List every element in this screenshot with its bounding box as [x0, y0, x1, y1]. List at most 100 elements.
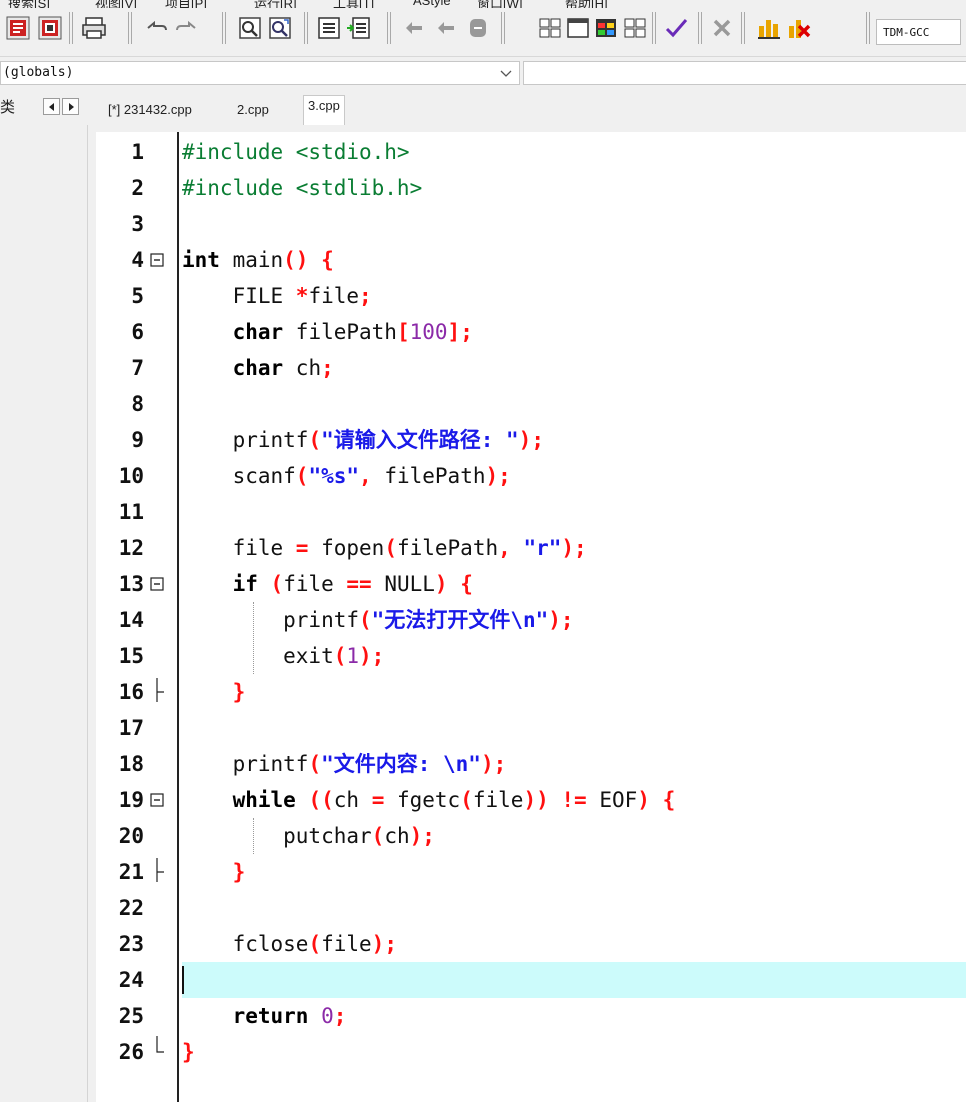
code-token: );: [548, 608, 574, 632]
tab-scroll-left-button[interactable]: [43, 98, 60, 115]
fold-end-marker-icon: [156, 1036, 164, 1053]
menu-window[interactable]: 窗口[W]: [477, 0, 523, 8]
toolbar-separator: [304, 12, 309, 44]
code-line[interactable]: printf("文件内容: \n");: [182, 746, 966, 782]
debug-run-icon[interactable]: [36, 14, 64, 42]
unindent-icon[interactable]: [345, 14, 373, 42]
line-number: 12: [118, 536, 144, 560]
code-line[interactable]: [182, 386, 966, 422]
fold-collapse-icon[interactable]: [149, 242, 165, 278]
code-line[interactable]: [182, 494, 966, 530]
code-line[interactable]: while ((ch = fgetc(file)) != EOF) {: [182, 782, 966, 818]
line-number: 26: [118, 1040, 144, 1064]
replace-icon[interactable]: [266, 14, 294, 42]
menu-search[interactable]: 搜索[S]: [8, 0, 50, 8]
toolbar-separator: [741, 12, 746, 44]
bookmark-goto-icon[interactable]: [432, 14, 460, 42]
code-editor[interactable]: 1 2 3 4 5 6 7 8 9 10 11 12 13 14 15 16 17 18 19 20 21 22 23 24 2…: [96, 132, 966, 1102]
member-combo[interactable]: [523, 61, 966, 85]
code-token: 100: [409, 320, 448, 344]
code-line[interactable]: fclose(file);: [182, 926, 966, 962]
code-line[interactable]: [182, 206, 966, 242]
code-token: putchar: [182, 824, 372, 848]
chart-icon[interactable]: [755, 14, 783, 42]
grid-icon[interactable]: [621, 14, 649, 42]
code-line[interactable]: scanf("%s", filePath);: [182, 458, 966, 494]
menu-astyle[interactable]: AStyle: [413, 0, 451, 8]
code-line[interactable]: [182, 890, 966, 926]
menu-run[interactable]: 运行[R]: [254, 0, 297, 8]
code-token: ,: [498, 536, 511, 560]
code-line[interactable]: printf("请输入文件路径: ");: [182, 422, 966, 458]
line-number: 16: [118, 680, 144, 704]
code-line[interactable]: char ch;: [182, 350, 966, 386]
code-line[interactable]: putchar(ch);: [182, 818, 966, 854]
code-line[interactable]: [182, 710, 966, 746]
code-token: return: [232, 1004, 309, 1028]
code-token: );: [561, 536, 587, 560]
code-token: ch: [283, 356, 322, 380]
compiler-select[interactable]: TDM-GCC: [876, 19, 961, 45]
class-browser-panel[interactable]: [0, 125, 88, 1102]
code-line[interactable]: #include <stdio.h>: [182, 134, 966, 170]
scope-combo[interactable]: (globals): [0, 61, 520, 85]
tab-3-cpp[interactable]: 3.cpp: [303, 95, 345, 125]
code-token: (: [270, 572, 284, 596]
tile-windows-icon[interactable]: [536, 14, 564, 42]
code-line[interactable]: if (file == NULL) {: [182, 566, 966, 602]
code-line[interactable]: }: [182, 854, 966, 890]
code-token: 0: [321, 1004, 334, 1028]
tab-bar: 类 [*] 231432.cpp 2.cpp 3.cpp: [0, 89, 966, 125]
code-line[interactable]: return 0;: [182, 998, 966, 1034]
undo-icon[interactable]: [143, 14, 171, 42]
menu-tools[interactable]: 工具[T]: [333, 0, 374, 8]
code-line[interactable]: int main() {: [182, 242, 966, 278]
chevron-down-icon[interactable]: [497, 65, 515, 81]
bookmark-toggle-icon[interactable]: [402, 14, 430, 42]
new-window-icon[interactable]: [564, 14, 592, 42]
code-line[interactable]: char filePath[100];: [182, 314, 966, 350]
code-token: );: [371, 932, 397, 956]
code-line[interactable]: }: [182, 1034, 966, 1070]
code-token: [: [396, 320, 410, 344]
code-line[interactable]: #include <stdlib.h>: [182, 170, 966, 206]
code-token: "r": [523, 536, 562, 560]
code-token: (: [359, 608, 372, 632]
debug-stop-icon[interactable]: [4, 14, 32, 42]
delete-icon[interactable]: [708, 14, 736, 42]
toolbar-separator: [387, 12, 392, 44]
code-token: file: [472, 788, 524, 812]
toolbar-separator: [69, 12, 74, 44]
menu-help[interactable]: 帮助[H]: [565, 0, 608, 8]
check-icon[interactable]: [662, 14, 690, 42]
tab-2-cpp[interactable]: 2.cpp: [233, 99, 273, 125]
code-token: NULL: [371, 572, 435, 596]
fold-collapse-icon[interactable]: [149, 782, 165, 818]
menu-view[interactable]: 视图[V]: [95, 0, 137, 8]
class-panel-tab[interactable]: 类: [0, 96, 15, 117]
indent-icon[interactable]: [315, 14, 343, 42]
fold-collapse-icon[interactable]: [149, 566, 165, 602]
code-line[interactable]: [182, 962, 966, 998]
profile-delete-icon[interactable]: [785, 14, 813, 42]
code-line[interactable]: FILE *file;: [182, 278, 966, 314]
code-line[interactable]: file = fopen(filePath, "r");: [182, 530, 966, 566]
line-number-gutter[interactable]: 1 2 3 4 5 6 7 8 9 10 11 12 13 14 15 16 17 18 19 20 21 22 23 24 2…: [96, 132, 180, 1102]
menu-project[interactable]: 项目[P]: [165, 0, 207, 8]
bookmark-icon[interactable]: [464, 14, 492, 42]
redo-icon[interactable]: [172, 14, 200, 42]
code-line[interactable]: }: [182, 674, 966, 710]
code-token: )): [523, 788, 549, 812]
indent-guide: [253, 602, 255, 674]
print-icon[interactable]: [80, 14, 108, 42]
code-line[interactable]: exit(1);: [182, 638, 966, 674]
class-browser-icon[interactable]: [592, 14, 620, 42]
code-line[interactable]: printf("无法打开文件\n");: [182, 602, 966, 638]
find-icon[interactable]: [236, 14, 264, 42]
menu-bar: 搜索[S] 视图[V] 项目[P] 运行[R] 工具[T] AStyle 窗口[…: [0, 0, 966, 8]
tab-231432-cpp[interactable]: [*] 231432.cpp: [104, 99, 196, 125]
tab-scroll-right-button[interactable]: [62, 98, 79, 115]
